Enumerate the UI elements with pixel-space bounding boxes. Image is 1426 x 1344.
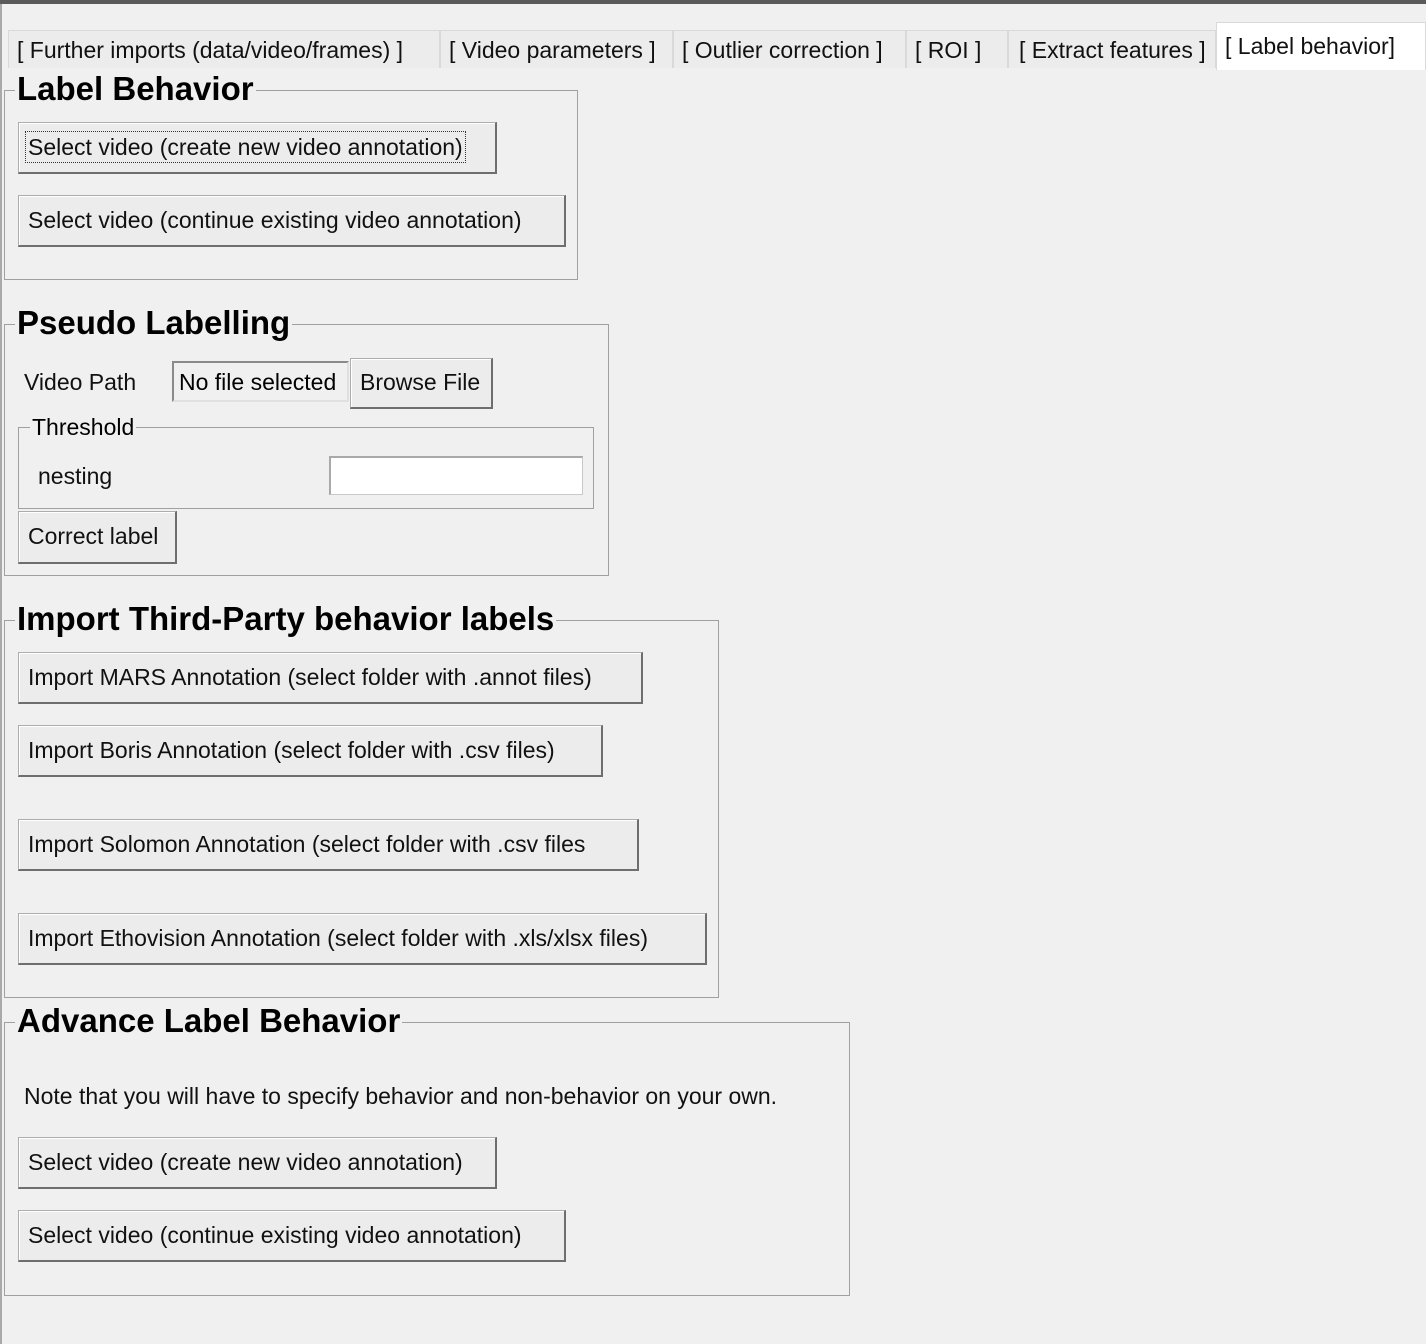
tab-bar: [ Further imports (data/video/frames) ] … [4, 22, 1426, 70]
advance-note-text: Note that you will have to specify behav… [24, 1083, 778, 1109]
select-video-continue-button[interactable]: Select video (continue existing video an… [18, 195, 566, 247]
tab-video-parameters[interactable]: [ Video parameters ] [440, 30, 673, 68]
import-boris-button[interactable]: Import Boris Annotation (select folder w… [18, 725, 603, 777]
file-path-display: No file selected [172, 361, 349, 402]
label-behavior-title: Label Behavior [15, 70, 256, 107]
tab-further-imports[interactable]: [ Further imports (data/video/frames) ] [8, 30, 440, 68]
import-third-party-title: Import Third-Party behavior labels [15, 600, 557, 637]
threshold-title: Threshold [30, 414, 137, 440]
advance-select-video-new-button[interactable]: Select video (create new video annotatio… [18, 1137, 497, 1189]
label-behavior-frame [4, 90, 578, 280]
window-top-border [0, 0, 1426, 4]
video-path-label: Video Path [24, 369, 137, 395]
select-video-new-button[interactable]: Select video (create new video annotatio… [18, 122, 497, 174]
nesting-label: nesting [38, 463, 113, 489]
browse-file-button[interactable]: Browse File [350, 358, 493, 409]
tab-outlier-correction[interactable]: [ Outlier correction ] [673, 30, 906, 68]
advance-select-video-continue-button[interactable]: Select video (continue existing video an… [18, 1210, 566, 1262]
import-mars-button[interactable]: Import MARS Annotation (select folder wi… [18, 652, 643, 704]
import-ethovision-button[interactable]: Import Ethovision Annotation (select fol… [18, 913, 707, 965]
advance-label-behavior-title: Advance Label Behavior [15, 1002, 403, 1039]
window-left-border [0, 4, 2, 1344]
correct-label-button[interactable]: Correct label [18, 511, 177, 564]
tab-label-behavior[interactable]: [ Label behavior] [1216, 22, 1426, 70]
tab-extract-features[interactable]: [ Extract features ] [1008, 30, 1216, 68]
tab-roi[interactable]: [ ROI ] [906, 30, 1008, 68]
import-solomon-button[interactable]: Import Solomon Annotation (select folder… [18, 819, 639, 871]
select-video-new-label: Select video (create new video annotatio… [25, 131, 466, 163]
nesting-threshold-input[interactable] [329, 456, 583, 495]
pseudo-labelling-title: Pseudo Labelling [15, 304, 293, 341]
